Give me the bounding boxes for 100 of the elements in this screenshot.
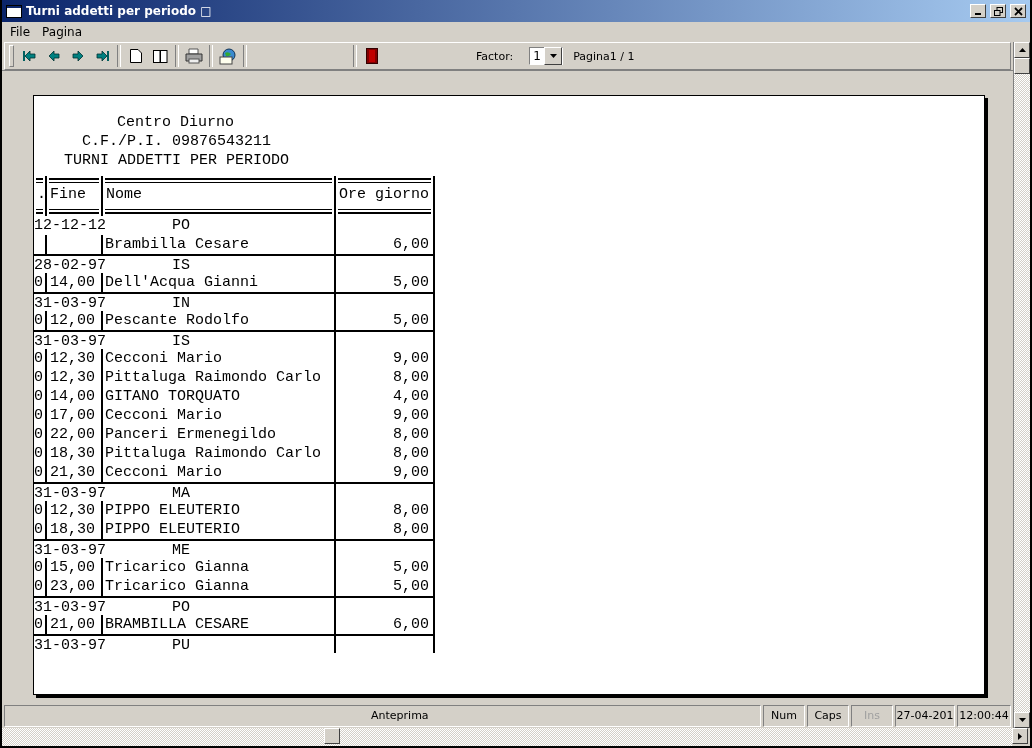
table-cell-text: 0: [34, 501, 44, 520]
table-cell-text: 0: [34, 273, 44, 292]
hours-cell: 8,00: [334, 444, 433, 463]
hours-cell: 8,00: [334, 501, 433, 520]
table-cell-text: 0: [34, 558, 44, 577]
table-cell-text: 0: [34, 425, 44, 444]
name-cell: Panceri Ermenegildo: [101, 425, 334, 444]
scrollbar-thumb[interactable]: [1014, 58, 1030, 74]
first-arrow-icon: [22, 48, 38, 64]
name-cell: Cecconi Mario: [101, 349, 334, 368]
end-time-cell: 18,30: [45, 520, 101, 539]
restore-icon: [993, 6, 1003, 16]
hours-cell: 8,00: [334, 425, 433, 444]
close-icon: [1013, 6, 1023, 16]
restore-button[interactable]: [990, 4, 1006, 18]
right-triangle-icon: [1018, 732, 1022, 740]
name-cell: PIPPO ELEUTERIO: [101, 520, 334, 539]
key-indicator: Caps: [807, 705, 849, 727]
window-title: Turni addetti per periodo □: [26, 4, 213, 18]
factor-label: Factor:: [476, 49, 514, 63]
report-heading: TURNI ADDETTI PER PERIODO: [63, 151, 291, 170]
minimize-button[interactable]: [970, 4, 986, 18]
door-icon: [366, 48, 378, 64]
name-cell: GITANO TORQUATO: [101, 387, 334, 406]
name-cell: Pittaluga Raimondo Carlo: [101, 368, 334, 387]
table-cell-text: 0: [34, 387, 44, 406]
hours-cell: 8,00: [334, 368, 433, 387]
name-cell: Tricarico Gianna: [101, 558, 334, 577]
table-cell-text: 0: [34, 406, 44, 425]
table-cell-text: 0: [34, 444, 44, 463]
column-header: .: [34, 176, 45, 216]
scroll-right-button[interactable]: [1012, 728, 1028, 744]
factor-select[interactable]: 1: [529, 47, 564, 65]
print-button[interactable]: [182, 45, 206, 67]
table-cell-text: 0: [34, 349, 44, 368]
table-cell-text: 0: [34, 463, 44, 482]
end-time-cell: 12,30: [45, 368, 101, 387]
end-time-cell: 22,00: [45, 425, 101, 444]
up-triangle-icon: [1018, 48, 1026, 52]
left-arrow-icon: [46, 48, 62, 64]
table-cell-text: 0: [34, 577, 44, 596]
hours-cell: 8,00: [334, 520, 433, 539]
name-cell: Brambilla Cesare: [101, 235, 334, 254]
name-cell: BRAMBILLA CESARE: [101, 615, 334, 634]
scroll-up-button[interactable]: [1014, 42, 1030, 58]
page-icon: [130, 49, 142, 63]
hours-cell: 5,00: [334, 311, 433, 330]
end-time-cell: 14,00: [45, 273, 101, 292]
hours-cell: 9,00: [334, 463, 433, 482]
report-heading: Centro Diurno: [116, 113, 236, 132]
name-cell: Tricarico Gianna: [101, 577, 334, 596]
name-cell: Pittaluga Raimondo Carlo: [101, 444, 334, 463]
menu-item[interactable]: File: [6, 25, 35, 39]
hours-cell: 9,00: [334, 349, 433, 368]
column-header: Ore giorno: [334, 176, 433, 216]
table-cell-text: 0: [34, 615, 44, 634]
table-cell-text: 0: [34, 311, 44, 330]
end-time-cell: 12,30: [45, 349, 101, 368]
hours-cell: 5,00: [334, 577, 433, 596]
name-cell: PIPPO ELEUTERIO: [101, 501, 334, 520]
dropdown-icon: [544, 47, 563, 65]
status-date: 27-04-201: [895, 705, 955, 727]
down-triangle-icon: [1018, 718, 1026, 722]
scrollbar-thumb[interactable]: [324, 728, 340, 744]
name-cell: Cecconi Mario: [101, 463, 334, 482]
name-cell: Dell'Acqua Gianni: [101, 273, 334, 292]
end-time-cell: 17,00: [45, 406, 101, 425]
end-time-cell: 18,30: [45, 444, 101, 463]
shift-code: PO: [171, 216, 191, 235]
end-time-cell: 12,00: [45, 311, 101, 330]
menu-item[interactable]: Pagina: [38, 25, 87, 39]
end-time-cell: 14,00: [45, 387, 101, 406]
end-time-cell: 12,30: [45, 501, 101, 520]
globe-icon: [219, 47, 237, 65]
hours-cell: 5,00: [334, 558, 433, 577]
name-cell: Pescante Rodolfo: [101, 311, 334, 330]
last-arrow-icon: [94, 48, 110, 64]
page-indicator: Pagina1 / 1: [573, 49, 635, 63]
table-cell-text: 0: [34, 520, 44, 539]
book-icon: [152, 49, 168, 63]
name-cell: Cecconi Mario: [101, 406, 334, 425]
close-button[interactable]: [1010, 4, 1026, 18]
key-indicator: Num: [763, 705, 805, 727]
table-cell-text: 0: [34, 368, 44, 387]
end-time-cell: 21,00: [45, 615, 101, 634]
status-time: 12:00:44: [957, 705, 1011, 727]
hours-cell: 6,00: [334, 235, 433, 254]
end-time-cell: 21,30: [45, 463, 101, 482]
end-time-cell: 15,00: [45, 558, 101, 577]
status-message: Anteprima: [4, 705, 761, 727]
window-icon: [6, 4, 22, 18]
end-time-cell: 23,00: [45, 577, 101, 596]
report-heading: C.F./P.I. 09876543211: [81, 132, 273, 151]
scroll-down-button[interactable]: [1014, 712, 1030, 728]
printer-icon: [185, 48, 203, 64]
column-header: Nome: [101, 176, 334, 216]
hours-cell: 4,00: [334, 387, 433, 406]
hours-cell: 5,00: [334, 273, 433, 292]
hours-cell: 9,00: [334, 406, 433, 425]
right-arrow-icon: [70, 48, 86, 64]
